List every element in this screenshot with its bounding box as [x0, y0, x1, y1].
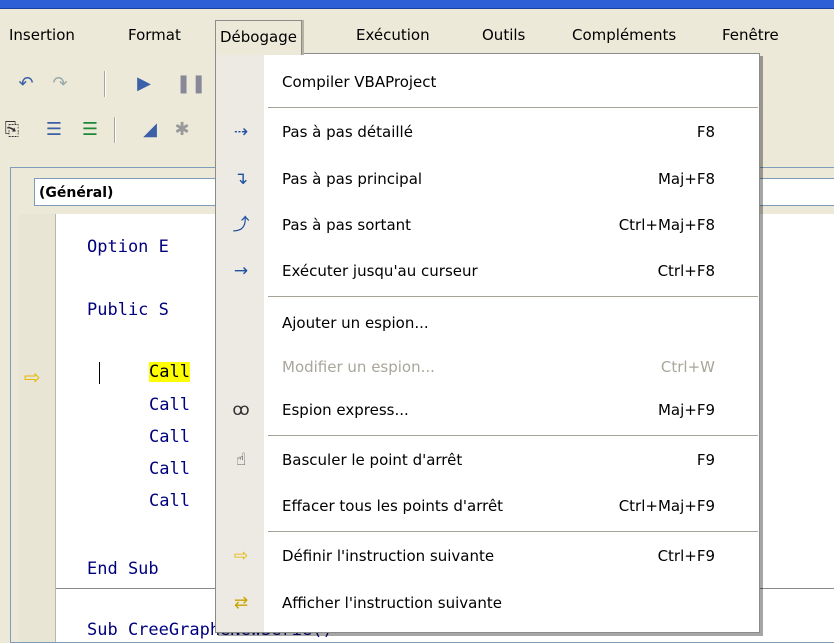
menu-item-add-watch[interactable]: Ajouter un espion...	[216, 305, 759, 341]
glasses-icon: ꝏ	[232, 400, 250, 420]
code-line[interactable]: Call	[149, 395, 190, 415]
step-out-icon: ⤴	[232, 215, 250, 235]
hand-icon: ☝	[235, 450, 247, 470]
menu-item-step-over[interactable]: ↴ Pas à pas principal Maj+F8	[216, 161, 759, 197]
redo-icon[interactable]: ↷	[48, 72, 72, 96]
debug-menu-dropdown: Compiler VBAProject ⇢ Pas à pas détaillé…	[215, 53, 760, 633]
text-caret	[99, 362, 100, 384]
menu-item-edit-watch: Modifier un espion... Ctrl+W	[216, 349, 759, 385]
execution-pointer-arrow-icon: ⇨	[24, 365, 41, 389]
toolbar-separator	[114, 117, 116, 143]
list-members-icon[interactable]: ⎘	[0, 118, 24, 142]
bookmark-icon[interactable]: ✱	[170, 118, 194, 142]
toggle-breakpoint-icon[interactable]: ◢	[138, 118, 162, 142]
menu-item-step-into[interactable]: ⇢ Pas à pas détaillé F8	[216, 114, 759, 150]
menu-item-shortcut: Ctrl+F8	[657, 262, 715, 280]
edit-toolbar: ⎘ ☰ ☰ ◢ ✱	[0, 108, 215, 150]
code-line[interactable]: Call	[149, 491, 190, 511]
menu-item-label: Effacer tous les points d'arrêt	[282, 497, 504, 515]
menu-insertion[interactable]: Insertion	[5, 21, 79, 49]
menu-item-label: Pas à pas détaillé	[282, 123, 413, 141]
menu-item-compile[interactable]: Compiler VBAProject	[216, 64, 759, 100]
menu-item-label: Basculer le point d'arrêt	[282, 451, 463, 469]
menu-item-label: Ajouter un espion...	[282, 314, 429, 332]
menu-item-shortcut: Maj+F8	[657, 170, 715, 188]
menu-item-set-next-statement[interactable]: ⇨ Définir l'instruction suivante Ctrl+F9	[216, 538, 759, 574]
menu-item-shortcut: Ctrl+W	[660, 358, 715, 376]
menu-separator	[268, 107, 758, 108]
menu-item-show-next-statement[interactable]: ⇄ Afficher l'instruction suivante	[216, 585, 759, 621]
step-over-icon: ↴	[233, 169, 249, 189]
menu-item-shortcut: F9	[696, 451, 715, 469]
menu-item-label: Définir l'instruction suivante	[282, 547, 495, 565]
run-icon[interactable]: ▶	[132, 72, 156, 96]
menu-item-step-out[interactable]: ⤴ Pas à pas sortant Ctrl+Maj+F8	[216, 207, 759, 243]
code-line[interactable]: Option E	[87, 237, 169, 257]
menu-complements[interactable]: Compléments	[568, 21, 680, 49]
menu-fenetre[interactable]: Fenêtre	[718, 21, 783, 49]
step-into-icon: ⇢	[233, 122, 249, 142]
menu-item-label: Espion express...	[282, 401, 409, 419]
menu-item-shortcut: Ctrl+Maj+F8	[618, 216, 715, 234]
menu-item-quick-watch[interactable]: ꝏ Espion express... Maj+F9	[216, 392, 759, 428]
menu-item-clear-breakpoints[interactable]: Effacer tous les points d'arrêt Ctrl+Maj…	[216, 488, 759, 524]
run-to-cursor-icon: →	[233, 261, 249, 281]
menu-separator	[268, 531, 758, 532]
undo-icon[interactable]: ↶	[14, 72, 38, 96]
menu-item-label: Exécuter jusqu'au curseur	[282, 262, 478, 280]
menu-item-label: Compiler VBAProject	[282, 73, 437, 91]
code-line[interactable]: End Sub	[87, 559, 159, 579]
menu-separator	[268, 435, 758, 436]
indent-icon[interactable]: ☰	[42, 118, 66, 142]
code-line[interactable]: Call	[149, 459, 190, 479]
menu-execution[interactable]: Exécution	[352, 21, 434, 49]
pause-icon[interactable]: ❚❚	[176, 72, 206, 96]
menu-item-label: Pas à pas sortant	[282, 216, 412, 234]
menu-item-label: Modifier un espion...	[282, 358, 435, 376]
show-next-statement-icon: ⇄	[233, 593, 249, 613]
code-line[interactable]: Call	[149, 427, 190, 447]
menu-format[interactable]: Format	[124, 21, 185, 49]
menu-item-shortcut: Maj+F9	[657, 401, 715, 419]
menu-outils[interactable]: Outils	[478, 21, 529, 49]
menu-item-label: Pas à pas principal	[282, 170, 423, 188]
menu-item-shortcut: Ctrl+Maj+F9	[618, 497, 715, 515]
menu-item-toggle-breakpoint[interactable]: ☝ Basculer le point d'arrêt F9	[216, 442, 759, 478]
menu-item-label: Afficher l'instruction suivante	[282, 594, 502, 612]
next-statement-arrow-icon: ⇨	[233, 546, 249, 566]
menu-separator	[268, 296, 758, 297]
code-line-current-statement[interactable]: Call	[149, 362, 190, 382]
menu-item-shortcut: F8	[696, 123, 715, 141]
menu-item-shortcut: Ctrl+F9	[657, 547, 715, 565]
outdent-icon[interactable]: ☰	[78, 118, 102, 142]
code-line[interactable]: Public S	[87, 300, 169, 320]
margin-indicator-bar[interactable]	[19, 214, 56, 642]
standard-toolbar: ↶ ↷ ▶ ❚❚	[0, 62, 215, 104]
toolbar-separator	[104, 71, 106, 97]
window-title-strip	[0, 0, 834, 9]
menu-item-run-to-cursor[interactable]: → Exécuter jusqu'au curseur Ctrl+F8	[216, 253, 759, 289]
menu-debogage[interactable]: Débogage	[215, 20, 302, 55]
